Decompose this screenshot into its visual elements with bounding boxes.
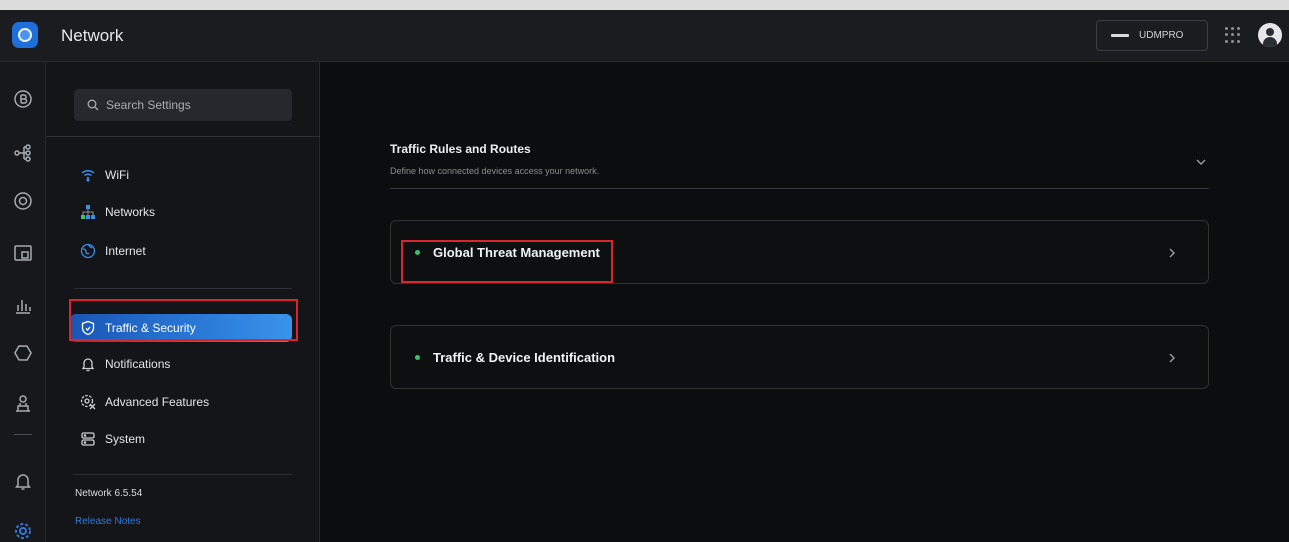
system-log-icon[interactable] <box>12 392 34 414</box>
app-window: Network UDMPRO Search Settings WiFi Netw… <box>0 10 1289 542</box>
apps-grid-icon[interactable] <box>1225 27 1241 43</box>
sidebar-item-label: WiFi <box>105 168 129 182</box>
sidebar-divider <box>74 474 292 475</box>
sidebar-item-label: Internet <box>105 244 146 258</box>
card-label: Traffic & Device Identification <box>433 350 616 365</box>
section-title: Traffic Rules and Routes <box>390 142 531 156</box>
sidebar-item-label: Advanced Features <box>105 395 210 409</box>
bell-icon <box>80 356 96 372</box>
sidebar-item-notifications[interactable]: Notifications <box>70 349 292 379</box>
section-divider <box>390 188 1209 189</box>
highlight-box <box>69 299 298 341</box>
sidebar-item-system[interactable]: System <box>70 424 292 454</box>
devices-icon[interactable] <box>12 190 34 212</box>
app-logo-icon[interactable] <box>12 22 38 48</box>
release-notes-link[interactable]: Release Notes <box>75 516 141 527</box>
device-icon <box>1111 34 1129 37</box>
chevron-right-icon <box>1169 353 1175 363</box>
highlight-box <box>401 240 613 283</box>
networks-icon <box>80 204 96 220</box>
sidebar-item-label: System <box>105 432 146 446</box>
notifications-icon[interactable] <box>12 470 34 492</box>
system-icon <box>80 431 96 447</box>
main-panel: Traffic Rules and Routes Define how conn… <box>321 62 1289 542</box>
search-divider <box>46 136 320 137</box>
sidebar-item-networks[interactable]: Networks <box>70 197 292 227</box>
sidebar-item-label: Notifications <box>105 357 171 371</box>
device-name: UDMPRO <box>1139 30 1184 41</box>
sidebar-item-advanced-features[interactable]: Advanced Features <box>70 387 292 417</box>
chevron-right-icon <box>1169 248 1175 258</box>
icon-rail <box>0 62 46 542</box>
statistics-icon[interactable] <box>12 294 34 316</box>
topology-icon[interactable] <box>12 142 34 164</box>
search-placeholder: Search Settings <box>106 98 191 112</box>
search-icon <box>87 99 99 111</box>
search-input[interactable]: Search Settings <box>74 89 292 121</box>
version-label: Network 6.5.54 <box>75 488 143 499</box>
user-avatar-icon[interactable] <box>1258 23 1282 47</box>
app-title: Network <box>61 26 124 45</box>
sidebar-divider <box>74 288 292 289</box>
insights-icon[interactable] <box>12 342 34 364</box>
wifi-icon <box>80 167 96 183</box>
status-dot <box>415 355 420 360</box>
rail-divider <box>14 434 32 435</box>
dashboard-icon[interactable] <box>12 88 34 110</box>
chevron-down-icon[interactable] <box>1194 155 1208 169</box>
globe-icon <box>80 243 96 259</box>
card-traffic-device-identification[interactable]: Traffic & Device Identification <box>390 325 1209 389</box>
sidebar-item-label: Networks <box>105 205 156 219</box>
sidebar-item-internet[interactable]: Internet <box>70 236 292 266</box>
device-selector[interactable]: UDMPRO <box>1096 20 1208 51</box>
clients-icon[interactable] <box>12 242 34 264</box>
settings-icon[interactable] <box>12 520 34 542</box>
advanced-features-icon <box>80 394 96 410</box>
section-subtitle: Define how connected devices access your… <box>390 166 600 176</box>
sidebar-item-wifi[interactable]: WiFi <box>70 160 292 190</box>
top-bar: Network UDMPRO <box>0 10 1289 62</box>
